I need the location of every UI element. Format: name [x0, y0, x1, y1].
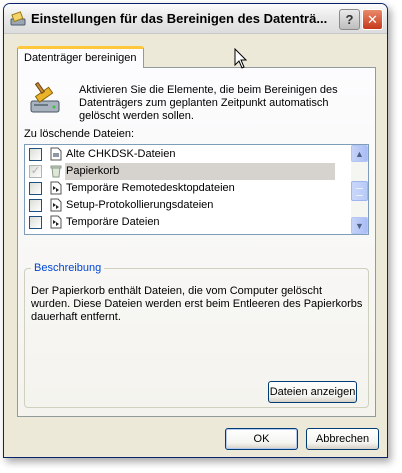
checkbox[interactable]: ✓	[29, 165, 42, 178]
list-item[interactable]: Alte CHKDSK-Dateien	[25, 146, 351, 163]
temp-file-icon	[50, 215, 62, 229]
tab-disk-cleanup[interactable]: Datenträger bereinigen	[17, 46, 144, 68]
files-to-delete-label: Zu löschende Dateien:	[24, 128, 135, 140]
mouse-cursor-icon	[234, 48, 248, 69]
list-item-label: Temporäre Remotedesktopdateien	[66, 182, 235, 194]
checkbox[interactable]	[29, 148, 42, 161]
help-button[interactable]: ?	[339, 9, 360, 30]
list-item[interactable]: Temporäre Remotedesktopdateien	[25, 180, 351, 197]
close-button[interactable]: ✕	[362, 9, 383, 30]
tab-panel: Aktivieren Sie die Elemente, die beim Be…	[17, 67, 376, 417]
disk-cleanup-large-icon	[30, 82, 60, 113]
list-item-label: Setup-Protokollierungsdateien	[66, 199, 214, 211]
list-item[interactable]: Temporäre Dateien	[25, 214, 351, 231]
checkbox[interactable]	[29, 199, 42, 212]
scroll-up-icon[interactable]: ▲	[351, 145, 368, 162]
title-bar[interactable]: Einstellungen für das Bereinigen des Dat…	[4, 4, 387, 34]
show-files-button[interactable]: Dateien anzeigen	[268, 381, 357, 403]
disk-cleanup-icon	[10, 11, 26, 26]
scroll-down-icon[interactable]: ▼	[351, 217, 368, 234]
scroll-thumb[interactable]	[351, 181, 368, 201]
list-item-label: Papierkorb	[65, 163, 335, 180]
remote-desktop-file-icon	[50, 181, 62, 195]
chkdsk-file-icon	[50, 147, 62, 161]
files-to-delete-list[interactable]: Alte CHKDSK-Dateien ✓ Papierkorb Temporä…	[24, 144, 369, 235]
window-title: Einstellungen für das Bereinigen des Dat…	[31, 11, 328, 26]
list-item-label: Temporäre Dateien	[66, 216, 160, 228]
vertical-scrollbar[interactable]: ▲ ▼	[351, 145, 368, 234]
cancel-button[interactable]: Abbrechen	[306, 428, 379, 450]
list-item[interactable]: Setup-Protokollierungsdateien	[25, 197, 351, 214]
list-item[interactable]: ✓ Papierkorb	[25, 163, 351, 180]
settings-dialog: Einstellungen für das Bereinigen des Dat…	[3, 3, 388, 458]
intro-text: Aktivieren Sie die Elemente, die beim Be…	[79, 84, 338, 122]
checkbox[interactable]	[29, 182, 42, 195]
description-title: Beschreibung	[31, 262, 105, 274]
log-file-icon	[50, 198, 62, 212]
checkbox[interactable]	[29, 216, 42, 229]
ok-button[interactable]: OK	[225, 428, 298, 450]
list-item-label: Alte CHKDSK-Dateien	[66, 148, 176, 160]
description-text: Der Papierkorb enthält Dateien, die vom …	[31, 285, 363, 323]
recycle-bin-icon	[50, 165, 62, 178]
